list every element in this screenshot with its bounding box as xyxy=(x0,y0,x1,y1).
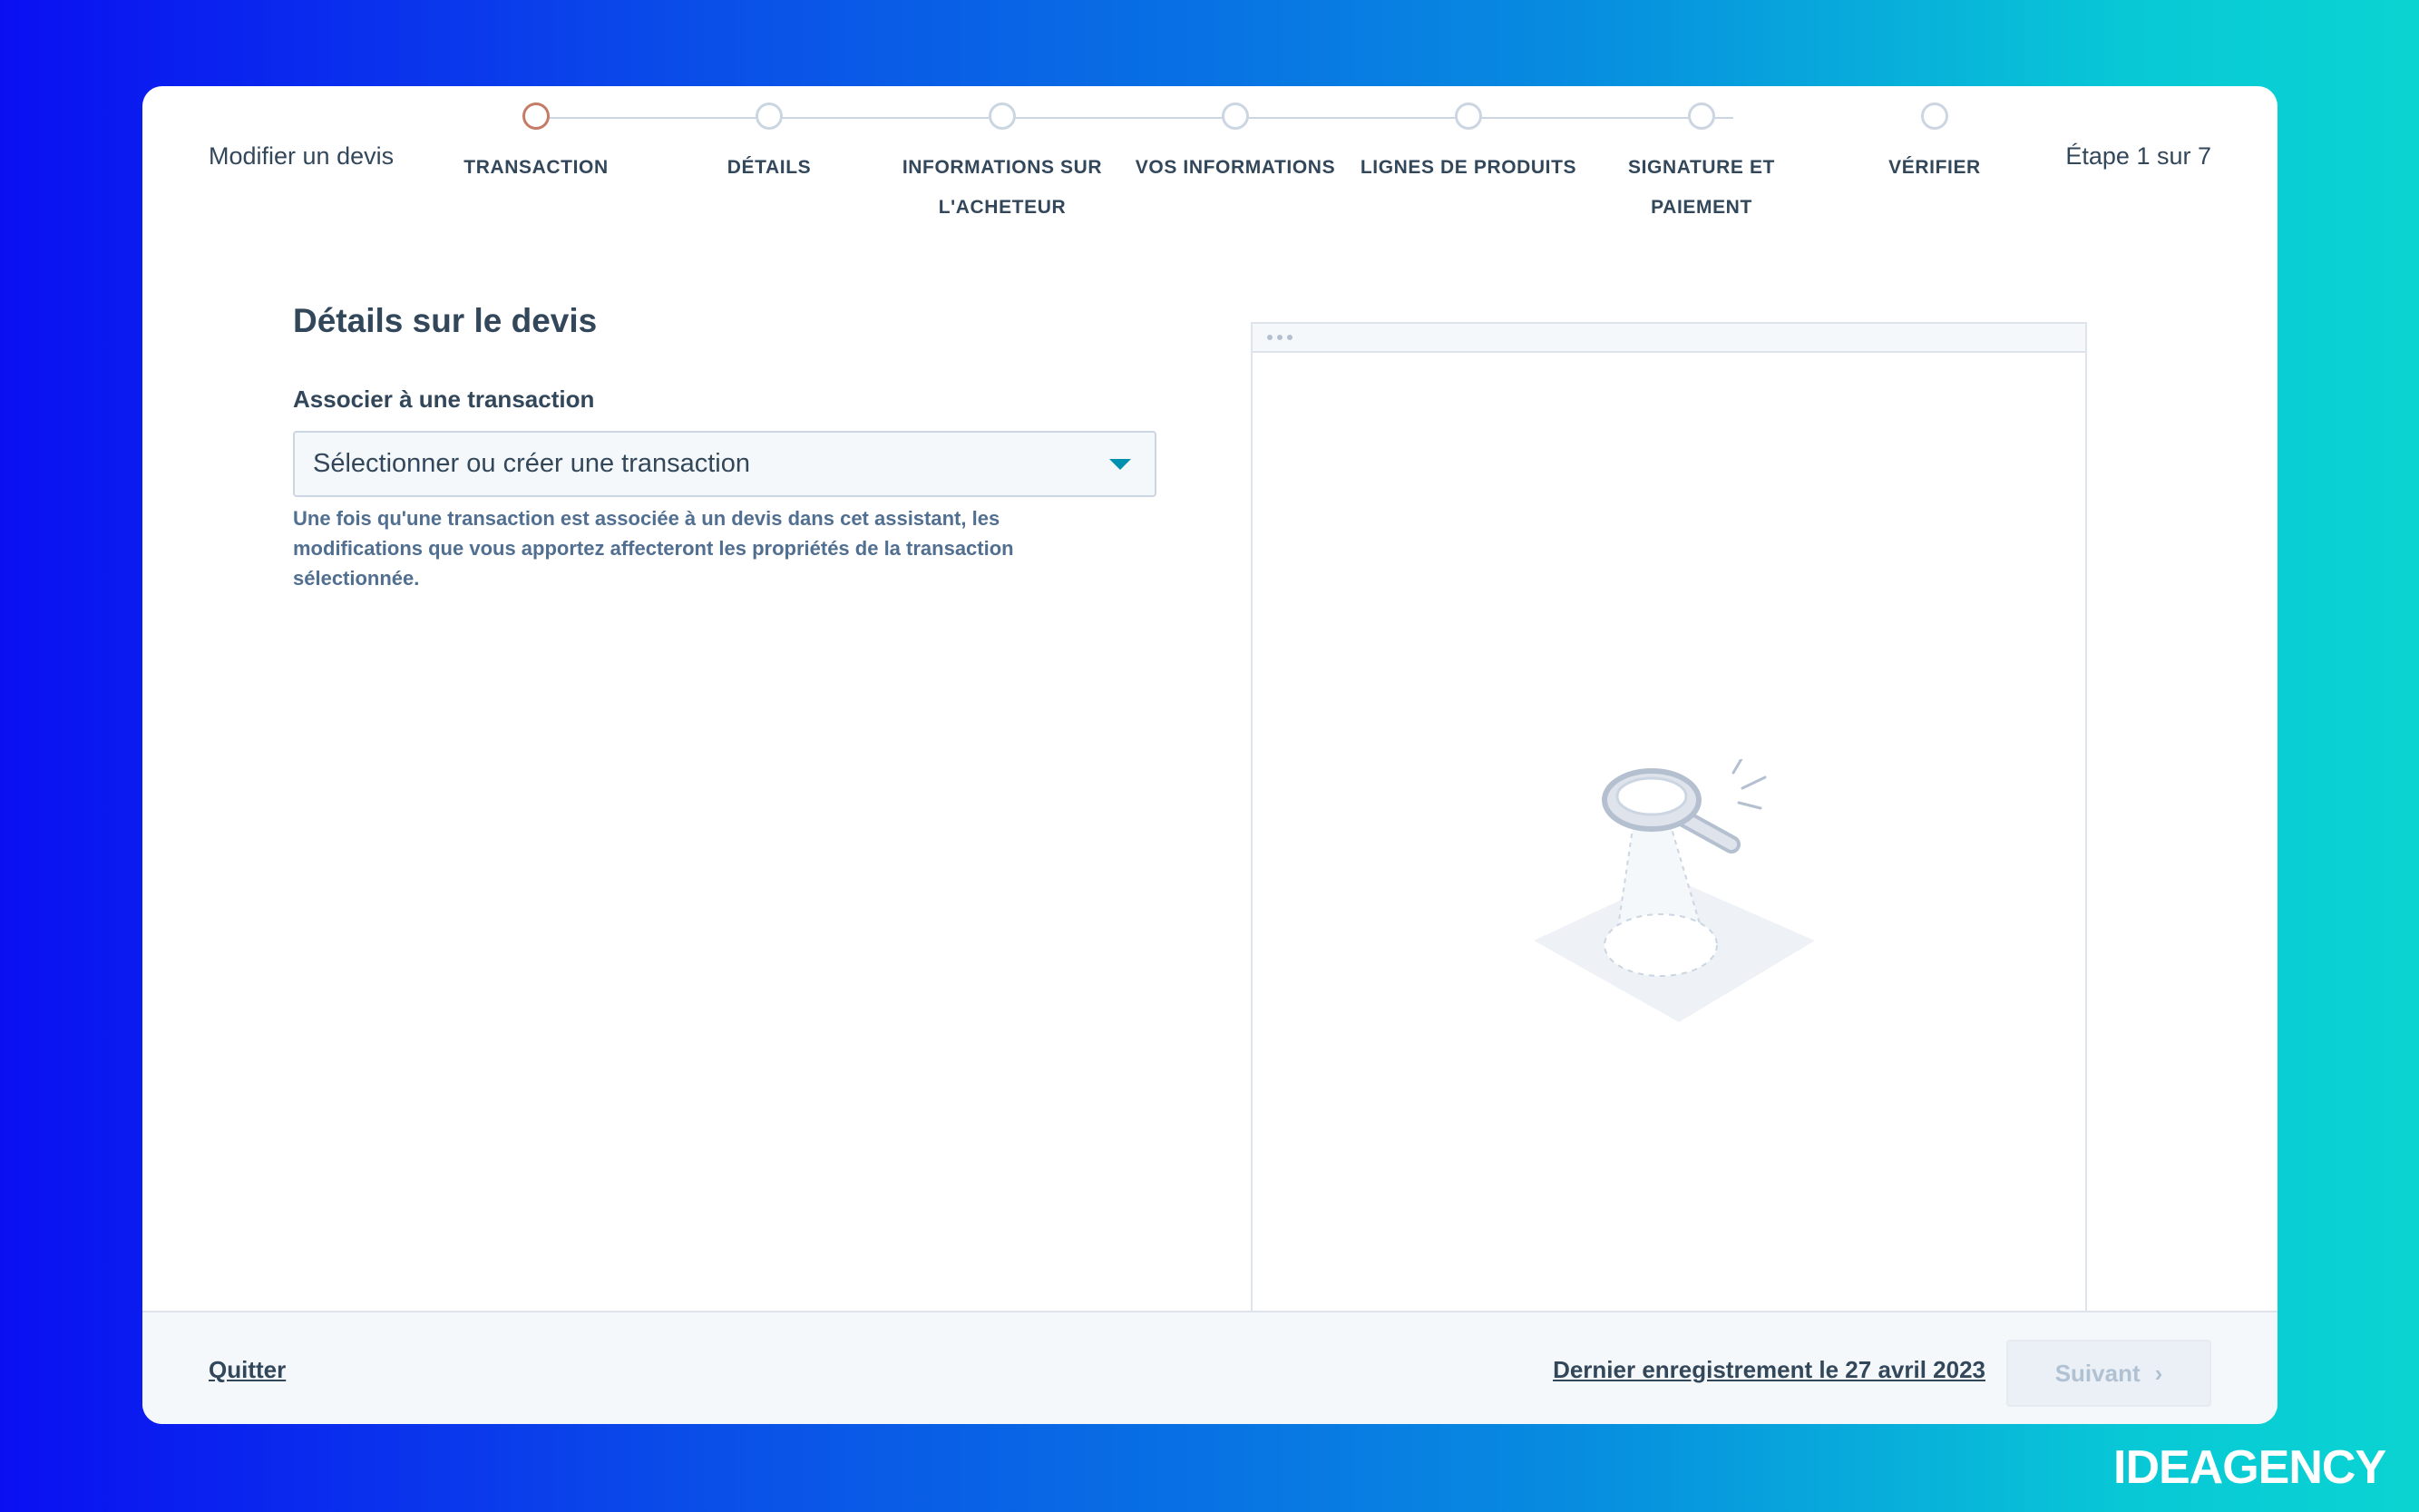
quote-preview-panel xyxy=(1251,322,2087,1424)
step-details[interactable]: DÉTAILS xyxy=(660,102,878,188)
chevron-right-icon: › xyxy=(2154,1359,2163,1387)
transaction-select[interactable]: Sélectionner ou créer une transaction xyxy=(293,431,1156,497)
step-buyer-info[interactable]: INFORMATIONS SUR L'ACHETEUR xyxy=(898,102,1107,228)
footer-bar: Quitter Dernier enregistrement le 27 avr… xyxy=(142,1311,2278,1424)
step-label: INFORMATIONS SUR L'ACHETEUR xyxy=(902,157,1103,218)
step-indicator-icon xyxy=(522,102,550,130)
step-indicator-icon xyxy=(1921,102,1948,130)
step-label: VÉRIFIER xyxy=(1888,157,1981,178)
next-button[interactable]: Suivant › xyxy=(2006,1340,2211,1407)
quit-link[interactable]: Quitter xyxy=(209,1356,286,1384)
step-indicator-icon xyxy=(1455,102,1482,130)
caret-down-icon xyxy=(1109,458,1131,470)
step-indicator-icon xyxy=(1688,102,1715,130)
step-indicator-icon xyxy=(989,102,1016,130)
dot-icon xyxy=(1267,335,1273,340)
select-value: Sélectionner ou créer une transaction xyxy=(313,449,751,478)
magnifier-illustration-icon xyxy=(1534,759,1815,1022)
step-label: SIGNATURE ET PAIEMENT xyxy=(1628,157,1775,218)
step-label: LIGNES DE PRODUITS xyxy=(1360,157,1577,178)
step-counter: Étape 1 sur 7 xyxy=(2065,142,2211,170)
step-indicator-icon xyxy=(1222,102,1249,130)
step-verify[interactable]: VÉRIFIER xyxy=(1826,102,2043,188)
field-label: Associer à une transaction xyxy=(293,385,595,413)
step-label: VOS INFORMATIONS xyxy=(1135,157,1336,178)
dot-icon xyxy=(1287,335,1292,340)
next-label: Suivant xyxy=(2054,1359,2141,1387)
step-indicator-icon xyxy=(756,102,783,130)
step-product-lines[interactable]: LIGNES DE PRODUITS xyxy=(1360,102,1577,188)
dot-icon xyxy=(1277,335,1283,340)
step-transaction[interactable]: TRANSACTION xyxy=(427,102,645,188)
step-label: DÉTAILS xyxy=(727,157,812,178)
wizard-title: Modifier un devis xyxy=(209,142,395,170)
preview-toolbar xyxy=(1253,324,2085,353)
quote-editor-window: Modifier un devis Étape 1 sur 7 TRANSACT… xyxy=(142,86,2278,1424)
step-your-info[interactable]: VOS INFORMATIONS xyxy=(1127,102,1344,188)
help-text: Une fois qu'une transaction est associée… xyxy=(293,507,1014,590)
step-signature-payment[interactable]: SIGNATURE ET PAIEMENT xyxy=(1620,102,1783,228)
brand-logo: IDEAGENCY xyxy=(2113,1441,2386,1494)
last-saved-link[interactable]: Dernier enregistrement le 27 avril 2023 xyxy=(1553,1356,1985,1384)
section-title: Détails sur le devis xyxy=(293,302,598,339)
step-label: TRANSACTION xyxy=(463,157,609,178)
